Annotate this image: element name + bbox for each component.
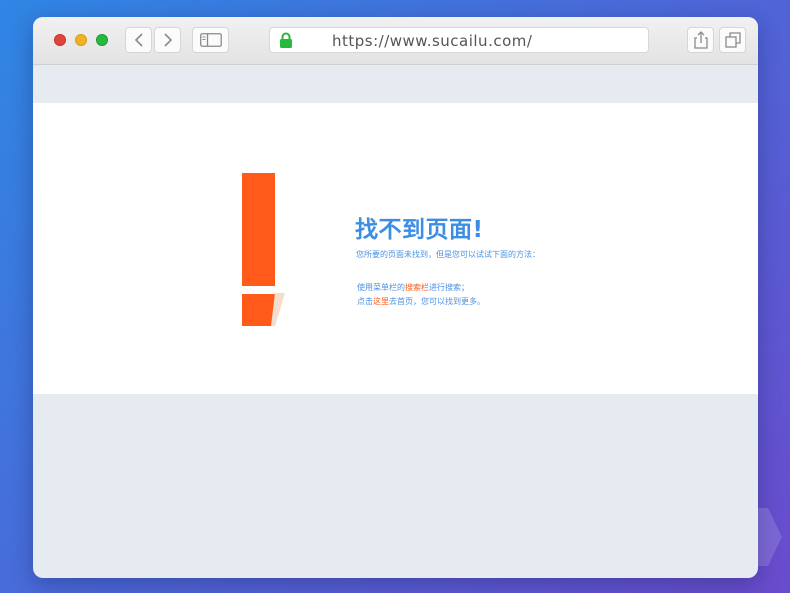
exclamation-bar-icon (242, 173, 275, 286)
chevron-left-icon (134, 33, 143, 47)
tabs-button[interactable] (719, 27, 746, 53)
search-bar-link[interactable]: 搜索栏 (405, 283, 429, 292)
hint-home-prefix: 点击 (357, 297, 373, 306)
lock-icon (280, 32, 292, 48)
hint-search-prefix: 使用菜单栏的 (357, 283, 405, 292)
browser-toolbar: https://www.sucailu.com/ (33, 17, 758, 65)
share-button[interactable] (687, 27, 714, 53)
sidebar-button[interactable] (192, 27, 229, 53)
url-text: https://www.sucailu.com/ (332, 32, 533, 50)
back-button[interactable] (125, 27, 152, 53)
browser-window: https://www.sucailu.com/ 找不到页面! 您所要的页面未找… (33, 17, 758, 578)
minimize-icon[interactable] (75, 34, 87, 46)
forward-button[interactable] (154, 27, 181, 53)
address-bar[interactable]: https://www.sucailu.com/ (269, 27, 649, 53)
hint-search-suffix: 进行搜索； (429, 283, 469, 292)
share-icon (693, 31, 708, 49)
chevron-right-icon (163, 33, 172, 47)
home-link[interactable]: 这里 (373, 297, 389, 306)
close-icon[interactable] (54, 34, 66, 46)
error-subtitle: 您所要的页面未找到，但是您可以试试下面的方法： (356, 250, 540, 259)
exclamation-shadow-icon (271, 293, 285, 326)
sidebar-icon (199, 33, 222, 47)
page-title: 找不到页面! (355, 217, 484, 243)
hint-home: 点击这里去首页，您可以找到更多。 (357, 296, 485, 307)
page-content: 找不到页面! 您所要的页面未找到，但是您可以试试下面的方法： 使用菜单栏的搜索栏… (33, 103, 758, 394)
hint-search: 使用菜单栏的搜索栏进行搜索； (357, 282, 469, 293)
tabs-icon (724, 32, 741, 48)
zoom-icon[interactable] (96, 34, 108, 46)
decorative-arrow-icon (756, 508, 782, 566)
hint-home-suffix: 去首页，您可以找到更多。 (389, 297, 485, 306)
